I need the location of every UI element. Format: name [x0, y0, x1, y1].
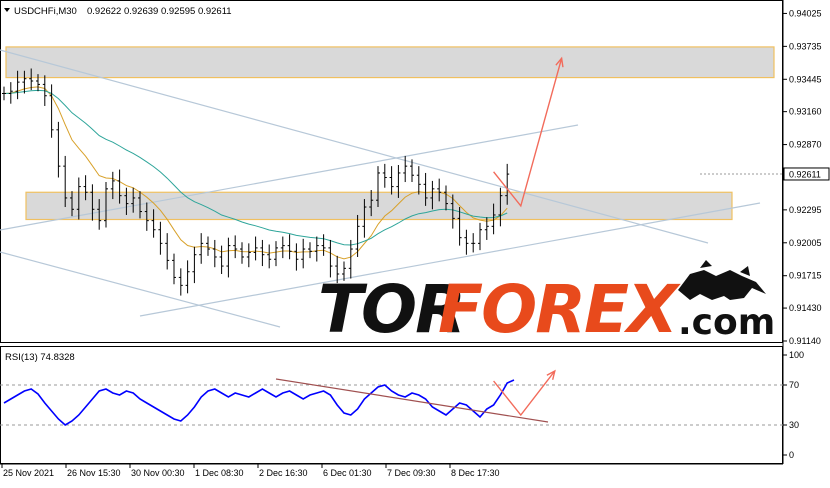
sr-zone-1	[5, 46, 775, 79]
time-tick-label: 25 Nov 2021	[3, 468, 54, 478]
time-tick-label: 2 Dec 16:30	[259, 468, 308, 478]
price-tick-label: 0.92295	[789, 205, 822, 215]
chart-window: 0.94025 0.93735 0.93445 0.93160 0.92870 0.922…	[0, 0, 830, 483]
time-tick-label: 30 Nov 00:30	[131, 468, 185, 478]
ohlc-values: 0.92622 0.92639 0.92595 0.92611	[87, 6, 232, 17]
symbol-label: USDCHFi,M30	[14, 6, 77, 17]
price-tick-label: 0.91430	[789, 303, 822, 313]
time-tick-label: 6 Dec 01:30	[323, 468, 372, 478]
time-tick-label: 8 Dec 17:30	[451, 468, 500, 478]
watermark-text-forex: FOREX	[438, 271, 681, 348]
price-tick-label: 0.94025	[789, 8, 822, 18]
chart-canvas: 0.94025 0.93735 0.93445 0.93160 0.92870 0.922…	[0, 0, 830, 478]
rsi-pane-frame	[0, 346, 783, 464]
price-tick-label: 0.93735	[789, 41, 822, 51]
price-tick-label: 0.92005	[789, 238, 822, 248]
price-tick-label: 0.93160	[789, 107, 822, 117]
watermark-text-com: .com	[678, 302, 775, 343]
watermark-logo: TOR FOREX .com	[318, 260, 775, 348]
rsi-tick-label: 0	[789, 450, 794, 460]
price-tick-label: 0.92870	[789, 140, 822, 150]
time-tick-label: 7 Dec 09:30	[387, 468, 436, 478]
price-tick-label: 0.91140	[789, 336, 821, 346]
price-tick-label: 0.93445	[789, 74, 822, 84]
time-tick-label: 26 Nov 15:30	[67, 468, 121, 478]
rsi-tick-label: 100	[789, 350, 804, 360]
current-price-label: 0.92611	[789, 169, 821, 179]
time-tick-label: 1 Dec 08:30	[195, 468, 244, 478]
rsi-tick-label: 30	[789, 420, 799, 430]
price-tick-label: 0.91715	[789, 271, 822, 281]
rsi-tick-label: 70	[789, 380, 799, 390]
rsi-label: RSI(13) 74.8328	[5, 352, 75, 363]
